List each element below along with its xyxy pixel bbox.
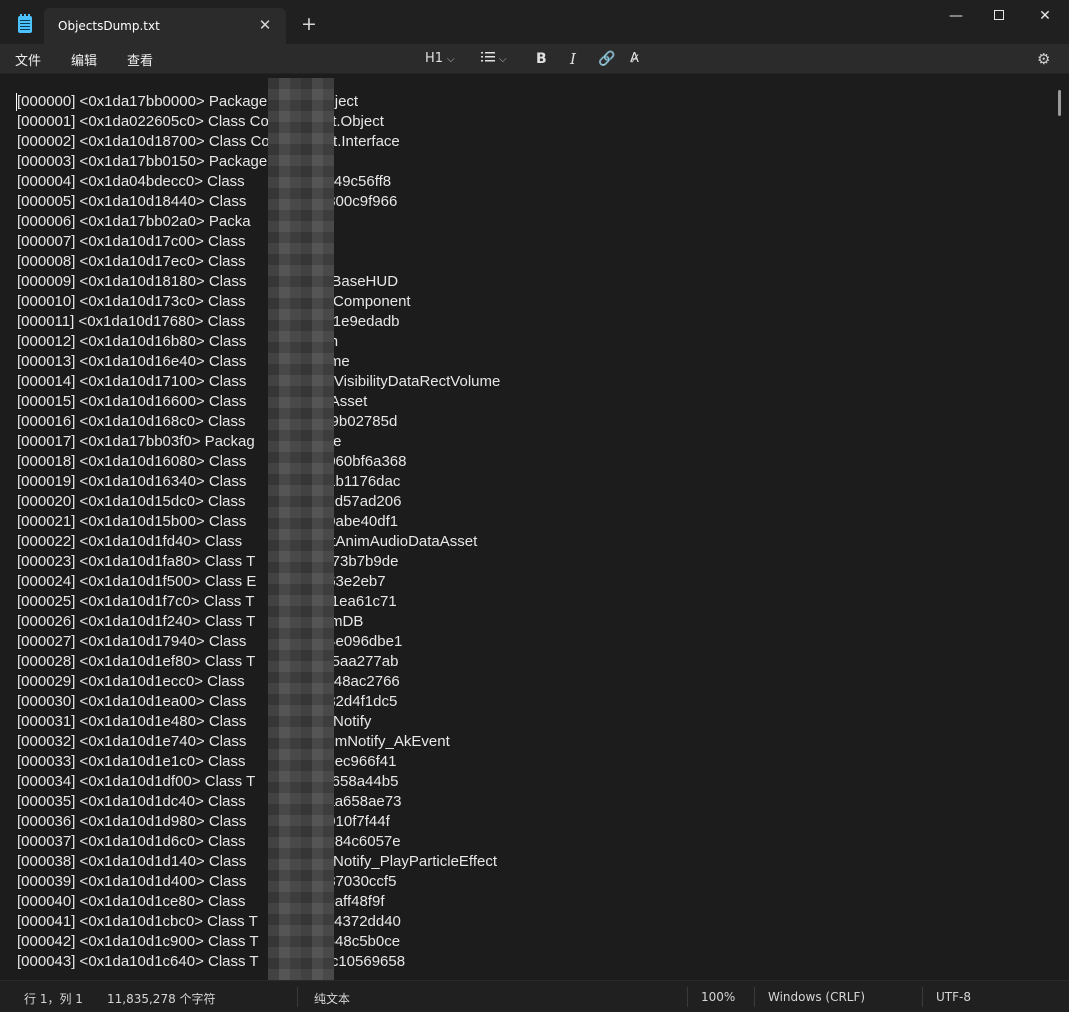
menu-toolbar: 文件 编辑 查看 H1 ⌵ ⌵ B I 🔗 A̷ ⚙ (0, 44, 1069, 74)
zoom-level[interactable]: 100% (701, 990, 735, 1004)
pixelated-redaction (268, 78, 334, 980)
text-line: [000011] <0x1da10d17680> Class .*cc1e9ed… (17, 313, 400, 330)
text-line: [000013] <0x1da10d16e40> Class olume (17, 353, 350, 370)
heading-dropdown[interactable]: H1 ⌵ (425, 49, 455, 69)
title-bar: ObjectsDump.txt ✕ + — ✕ (0, 0, 1069, 44)
text-line: [000028] <0x1da10d1ef80> Class T *a85aa2… (17, 653, 399, 670)
status-bar: 行 1，列 1 11,835,278 个字符 纯文本 100% Windows … (0, 980, 1069, 1012)
tab-objectsdump[interactable]: ObjectsDump.txt ✕ (44, 8, 286, 44)
text-line: [000037] <0x1da10d1d6c0> Class .*7684c60… (17, 833, 401, 850)
text-line: [000012] <0x1da10d16b80> Class rush (17, 333, 339, 350)
maximize-icon (994, 10, 1004, 20)
text-line: [000005] <0x1da10d18440> Class .*2300c9f… (17, 193, 398, 210)
link-icon[interactable]: 🔗 (598, 49, 615, 69)
heading-label: H1 (425, 51, 444, 66)
text-line: [000000] <0x1da17bb0000> Package CoreUOb… (17, 93, 359, 110)
text-line: [000041] <0x1da10d1cbc0> Class T *e34372… (17, 913, 401, 930)
text-line: [000026] <0x1da10d1f240> Class T AnimDB (17, 613, 364, 630)
text-line: [000029] <0x1da10d1ecc0> Class .*6e48ac2… (17, 673, 400, 690)
maximize-button[interactable] (976, 0, 1022, 32)
text-line: [000032] <0x1da10d1e740> Class .AnimNoti… (17, 733, 450, 750)
list-icon (481, 52, 495, 62)
text-line: [000038] <0x1da10d1d140> Class nimNotify… (17, 853, 497, 870)
text-line: [000018] <0x1da10d16080> Class e.*060bf6… (17, 453, 407, 470)
text-line: [000002] <0x1da10d18700> Class CoreUObje… (17, 133, 400, 150)
encoding[interactable]: UTF-8 (936, 990, 971, 1004)
chevron-down-icon: ⌵ (447, 54, 455, 65)
text-line: [000030] <0x1da10d1ea00> Class .*982d4f1… (17, 693, 398, 710)
status-divider (687, 987, 688, 1007)
gear-icon[interactable]: ⚙ (1037, 49, 1050, 69)
text-line: [000024] <0x1da10d1f500> Class E 3163e2e… (17, 573, 386, 590)
text-line: [000003] <0x1da17bb0150> Package (17, 153, 268, 170)
menu-file[interactable]: 文件 (15, 50, 41, 69)
text-line: [000033] <0x1da10d1e1c0> Class .*18ec966… (17, 753, 397, 770)
menu-edit[interactable]: 编辑 (71, 50, 97, 69)
chevron-down-icon: ⌵ (499, 54, 507, 65)
cursor-position[interactable]: 行 1，列 1 (24, 990, 83, 1007)
text-line: [000016] <0x1da10d168c0> Class .*af9b027… (17, 413, 398, 430)
status-divider (754, 987, 755, 1007)
text-line: [000022] <0x1da10d1fd40> Class CastAnimA… (17, 533, 478, 550)
clear-formatting-icon[interactable]: A̷ (630, 49, 639, 69)
text-line: [000006] <0x1da17bb02a0> Packa e (17, 213, 322, 230)
character-count: 11,835,278 个字符 (107, 992, 216, 1006)
text-line: [000014] <0x1da10d17100> Class .ACVisibi… (17, 373, 501, 390)
text-line: [000009] <0x1da10d18180> Class .TslBaseH… (17, 273, 399, 290)
minimize-button[interactable]: — (933, 0, 979, 32)
text-line: [000035] <0x1da10d1dc40> Class .*8aa658a… (17, 793, 402, 810)
notepad-icon (18, 14, 32, 33)
text-line: [000040] <0x1da10d1ce80> Class .*80aff48… (17, 893, 385, 910)
text-line: [000036] <0x1da10d1d980> Class .*4910f7f… (17, 813, 390, 830)
text-line: [000015] <0x1da10d16600> Class ataAsset (17, 393, 368, 410)
menu-view[interactable]: 查看 (127, 50, 153, 69)
status-divider (297, 987, 298, 1007)
tab-title: ObjectsDump.txt (58, 19, 160, 33)
text-line: [000023] <0x1da10d1fa80> Class T *d273b7… (17, 553, 399, 570)
text-format[interactable]: 纯文本 (314, 990, 350, 1007)
text-line: [000007] <0x1da10d17c00> Class ctor (17, 233, 334, 250)
text-line: [000001] <0x1da022605c0> Class CoreUObje… (17, 113, 384, 130)
text-line: [000042] <0x1da10d1c900> Class T *9648c5… (17, 933, 401, 950)
editor-text: [000000] <0x1da17bb0000> Package CoreUOb… (17, 92, 1047, 972)
bold-button[interactable]: B (536, 49, 547, 69)
text-caret (16, 93, 17, 111)
text-line: [000021] <0x1da10d15b00> Class .*d9abe40… (17, 513, 399, 530)
text-line: [000043] <0x1da10d1c640> Class T .*4c105… (17, 953, 406, 970)
text-editor[interactable]: [000000] <0x1da17bb0000> Package CoreUOb… (0, 75, 1069, 980)
status-divider (922, 987, 923, 1007)
text-line: [000004] <0x1da04bdecc0> Class .*7749c56… (17, 173, 392, 190)
text-line: [000025] <0x1da10d1f7c0> Class T *041ea6… (17, 593, 397, 610)
list-dropdown[interactable]: ⌵ (481, 49, 507, 69)
line-ending[interactable]: Windows (CRLF) (768, 990, 865, 1004)
italic-button[interactable]: I (570, 49, 576, 69)
close-window-button[interactable]: ✕ (1022, 0, 1068, 32)
vertical-scrollbar[interactable] (1058, 90, 1061, 116)
close-icon[interactable]: ✕ (256, 16, 274, 34)
text-line: [000039] <0x1da10d1d400> Class .*787030c… (17, 873, 397, 890)
text-line: [000017] <0x1da17bb03f0> Packag dule (17, 433, 342, 450)
text-line: [000027] <0x1da10d17940> Class .*64e096d… (17, 633, 403, 650)
text-line: [000010] <0x1da10d173c0> Class ctorCompo… (17, 293, 411, 310)
text-line: [000020] <0x1da10d15dc0> Class .*96d57ad… (17, 493, 402, 510)
text-line: [000034] <0x1da10d1df00> Class T *56658a… (17, 773, 399, 790)
text-line: [000008] <0x1da10d17ec0> Class UD (17, 253, 330, 270)
text-line: [000031] <0x1da10d1e480> Class nimNotify (17, 713, 372, 730)
text-line: [000019] <0x1da10d16340> Class .*31b1176… (17, 473, 401, 490)
plus-icon[interactable]: + (299, 14, 319, 34)
